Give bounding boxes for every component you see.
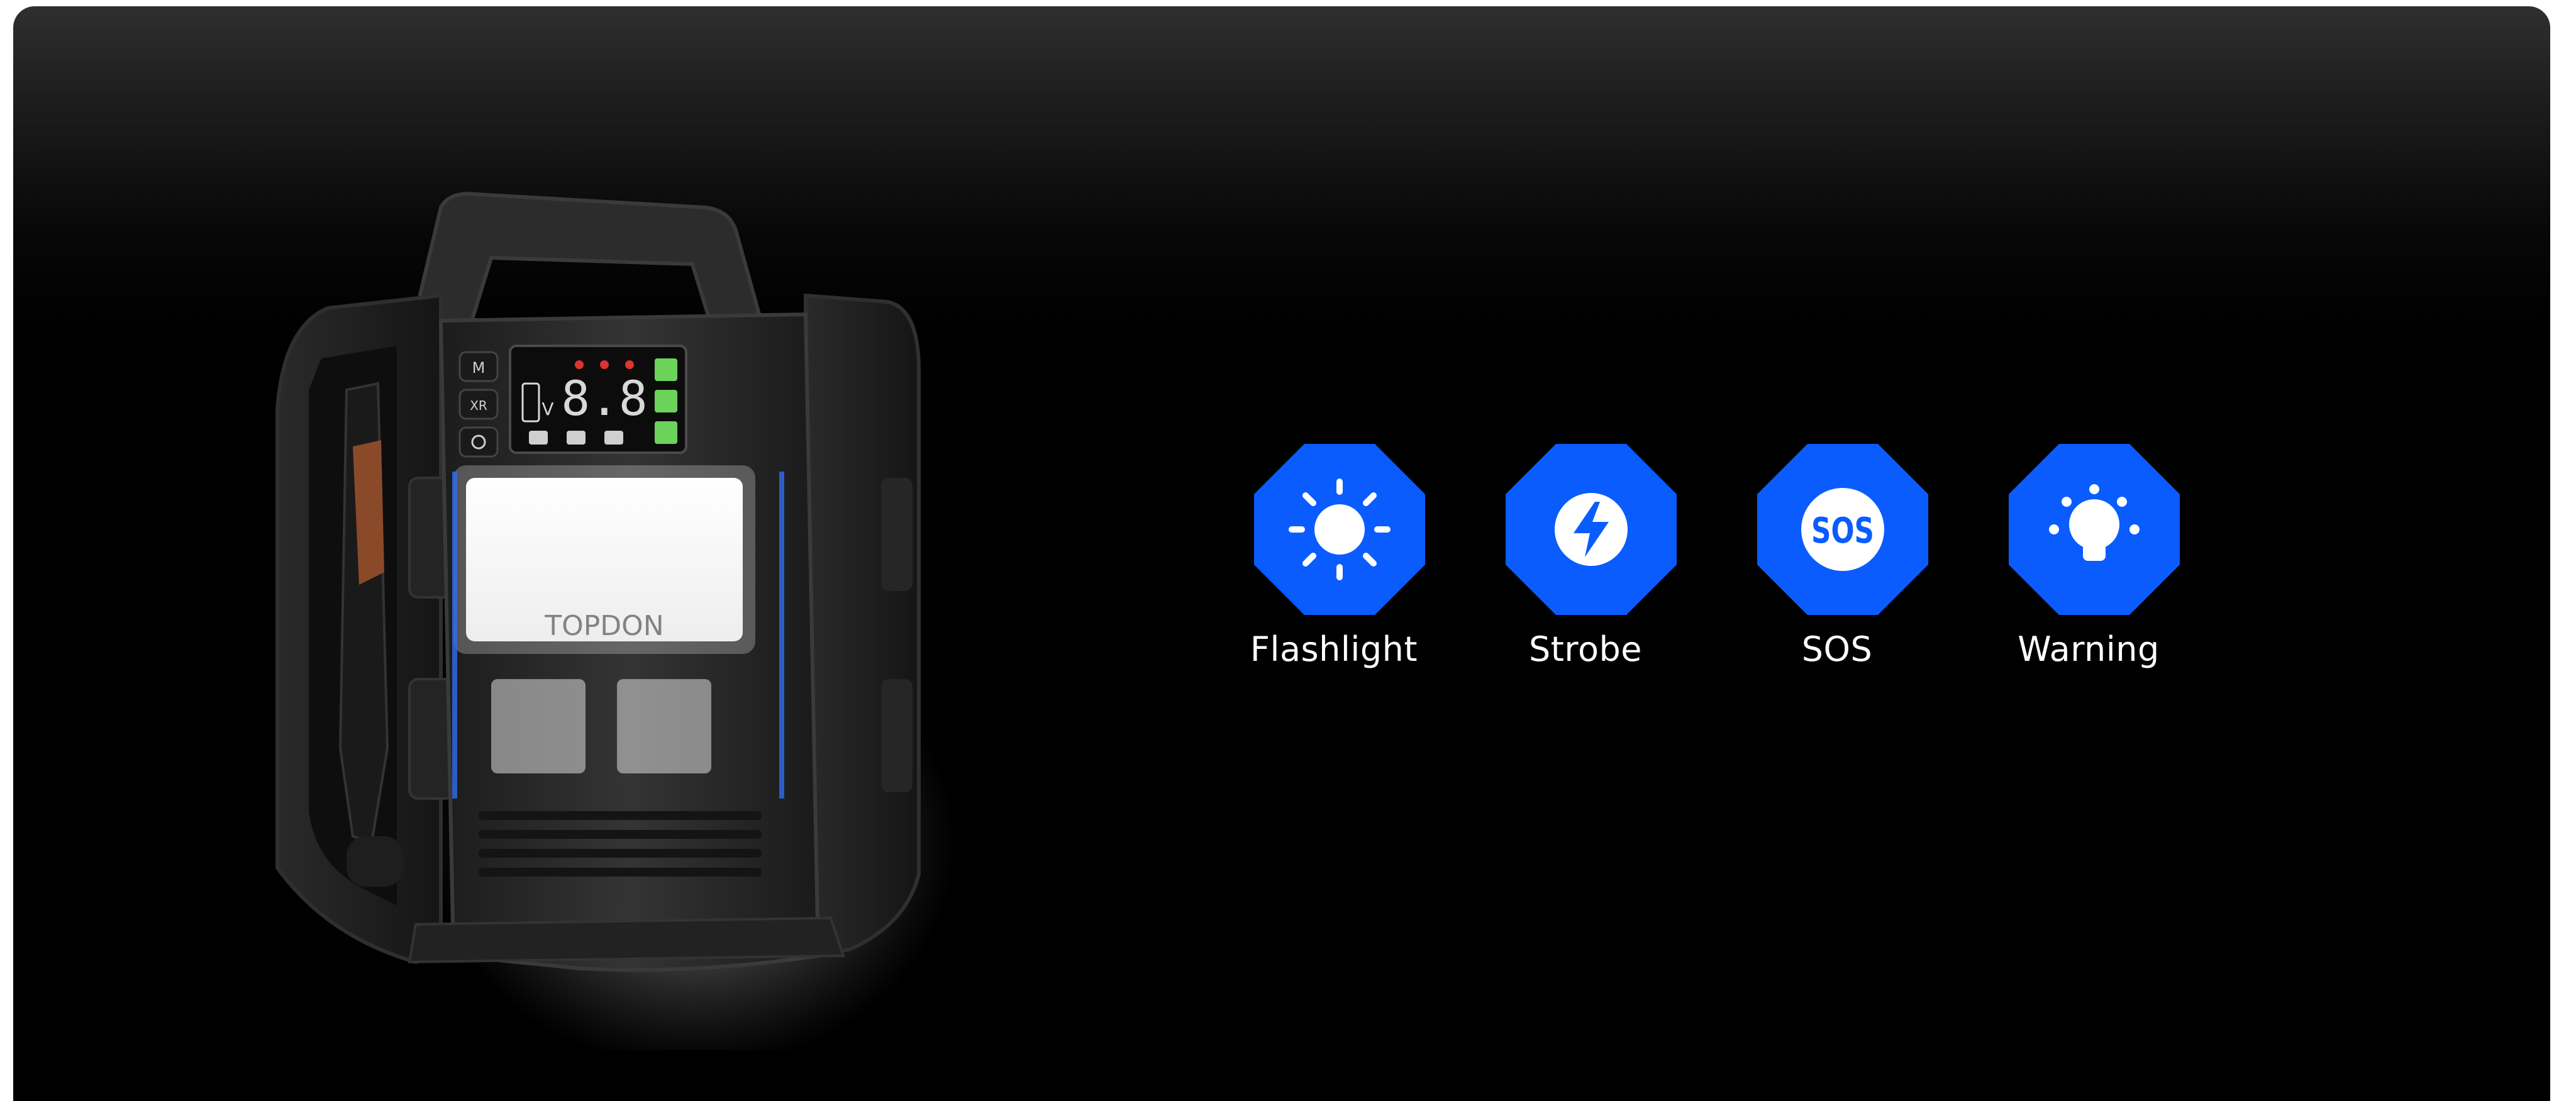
mode-strobe: Strobe	[1485, 438, 1686, 702]
lightning-bolt-icon	[1506, 444, 1677, 615]
sos-icon: SOS	[1757, 444, 1928, 615]
light-modes-list: Flashlight Strobe SOS SOS Warning	[1233, 438, 2189, 702]
mode-warning: Warning	[1988, 438, 2189, 702]
feature-panel: M XR 8.8 V TOPDON Flashlight Strobe SOS …	[13, 6, 2550, 1101]
mode-sos: SOS SOS	[1736, 438, 1938, 702]
sun-icon	[1254, 444, 1425, 615]
lightbulb-icon	[2009, 444, 2180, 615]
svg-text:TOPDON: TOPDON	[544, 610, 663, 642]
sos-icon-text: SOS	[1811, 511, 1874, 551]
svg-text:8.8: 8.8	[561, 370, 647, 426]
mode-label: SOS	[1801, 629, 1873, 669]
mode-label: Strobe	[1528, 629, 1642, 669]
svg-text:XR: XR	[470, 398, 487, 413]
svg-text:M: M	[472, 359, 486, 377]
svg-text:V: V	[541, 399, 553, 419]
mode-flashlight: Flashlight	[1233, 438, 1435, 702]
mode-label: Warning	[2018, 629, 2160, 669]
mode-label: Flashlight	[1250, 629, 1418, 669]
product-image: M XR 8.8 V TOPDON	[252, 182, 1032, 1050]
